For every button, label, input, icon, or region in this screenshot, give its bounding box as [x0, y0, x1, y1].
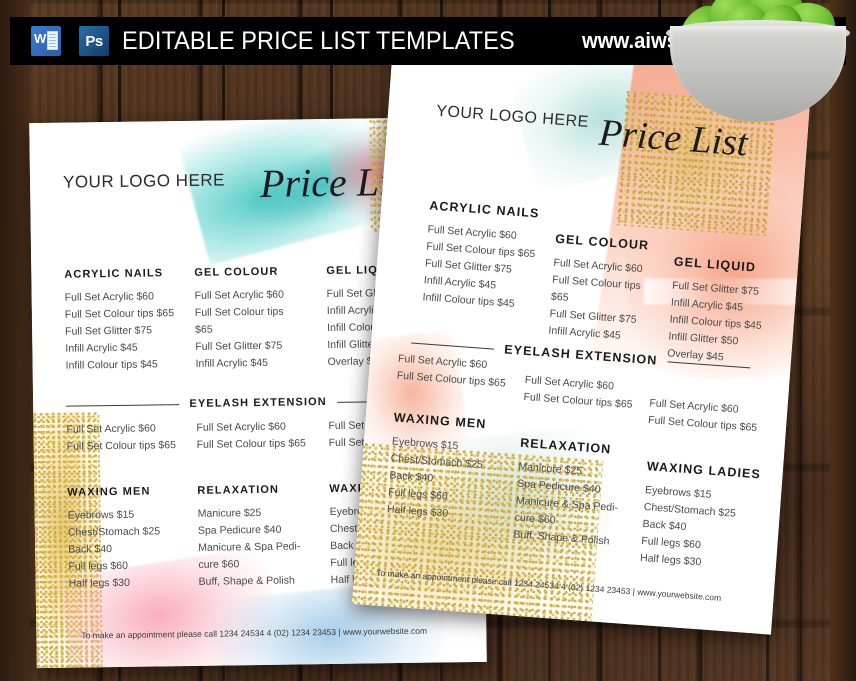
service-item: Full Set Acrylic $60 — [64, 290, 155, 304]
eyelash-column-1: Full Set Acrylic $60 Full Set Colour tip… — [396, 351, 528, 394]
flyer-front-content: YOUR LOGO HERE Price List ACRYLIC NAILS … — [352, 43, 812, 634]
service-item: cure $60 — [198, 558, 240, 571]
category-waxing-ladies: WAXING LADIES Eyebrows $15 Chest/Stomach… — [639, 459, 777, 576]
word-icon-letter: W — [34, 31, 47, 46]
category-title: GEL COLOUR — [554, 231, 650, 253]
logo-placeholder: YOUR LOGO HERE — [62, 170, 226, 192]
category-title: RELAXATION — [519, 435, 612, 457]
category-waxing-men: WAXING MEN Eyebrows $15 Chest/Stomach $2… — [386, 410, 524, 527]
divider-line-left — [411, 342, 495, 350]
category-title: WAXING LADIES — [646, 459, 762, 482]
divider-line-left — [66, 403, 180, 407]
category-acrylic-nails: ACRYLIC NAILS Full Set Acrylic $60 Full … — [422, 198, 558, 315]
service-item: $65 — [195, 323, 213, 336]
service-item: Full Set Colour tips $65 — [196, 437, 306, 451]
service-item: Full Set Glitter $75 — [195, 339, 283, 353]
eyelash-column-2: Full Set Acrylic $60 Full Set Colour tip… — [523, 372, 655, 415]
category-title: ACRYLIC NAILS — [64, 267, 164, 281]
category-waxing-men: WAXING MEN Eyebrows $15 Chest/Stomach $2… — [67, 485, 198, 593]
banner-title: EDITABLE PRICE LIST TEMPLATES — [122, 26, 515, 55]
category-title: WAXING MEN — [67, 485, 151, 499]
category-relaxation: RELAXATION Manicure $25 Spa Pedicure $40… — [513, 436, 649, 553]
service-item: Full legs $60 — [68, 559, 129, 573]
microsoft-word-icon[interactable]: W — [31, 26, 61, 56]
basil-plant — [664, 0, 854, 124]
service-item: Back $40 — [68, 543, 113, 556]
service-item: Chest/Stomach $25 — [67, 525, 161, 539]
service-item: Full Set Acrylic $60 — [194, 288, 285, 302]
price-list-flyer-front[interactable]: YOUR LOGO HERE Price List ACRYLIC NAILS … — [351, 43, 813, 635]
service-item: Infill Acrylic $45 — [65, 341, 138, 355]
service-item: Full Set Colour tips $65 — [66, 439, 176, 453]
category-gel-liquid: GEL LIQUID Full Set Glitter $75 Infill A… — [667, 255, 799, 372]
category-gel-colour: GEL COLOUR Full Set Acrylic $60 Full Set… — [548, 232, 678, 349]
appointment-footer: To make an appointment please call 1234 … — [375, 567, 722, 603]
category-title: RELAXATION — [197, 483, 280, 497]
service-item: Infill Colour tips $45 — [65, 358, 158, 372]
service-item: Half legs $30 — [68, 576, 131, 590]
category-relaxation: RELAXATION Manicure $25 Spa Pedicure $40… — [197, 483, 330, 591]
screenshot-stage: YOUR LOGO HERE Price List ACRYLIC NAILS … — [0, 0, 856, 681]
logo-placeholder: YOUR LOGO HERE — [435, 102, 590, 131]
service-item: Full Set Acrylic $60 — [196, 420, 286, 434]
category-acrylic-nails: ACRYLIC NAILS Full Set Acrylic $60 Full … — [64, 267, 195, 375]
service-item: Full Set Colour tips $65 — [64, 307, 175, 321]
photoshop-icon-label: Ps — [85, 32, 103, 50]
service-item: Infill Acrylic $45 — [195, 356, 269, 370]
plant-pot — [670, 26, 846, 122]
service-item: Full Set Colour tips — [194, 305, 284, 319]
eyelash-column-3: Full Set Acrylic $60 Full Set Colour tip… — [648, 395, 780, 438]
eyelash-column-2: Full Set Acrylic $60 Full Set Colour tip… — [196, 418, 326, 454]
word-icon-page — [47, 31, 58, 50]
category-title: GEL LIQUID — [673, 254, 757, 275]
photoshop-icon[interactable]: Ps — [79, 26, 109, 56]
service-item: Manicure $25 — [197, 506, 262, 520]
eyelash-column-1: Full Set Acrylic $60 Full Set Colour tip… — [66, 420, 196, 456]
service-item: Manicure & Spa Pedi- — [198, 540, 301, 554]
category-gel-colour: GEL COLOUR Full Set Acrylic $60 Full Set… — [194, 265, 325, 373]
category-title: WAXING MEN — [393, 410, 487, 432]
divider-title: EYELASH EXTENSION — [189, 396, 327, 410]
wood-left-plank — [0, 0, 30, 681]
service-item: Spa Pedicure $40 — [197, 523, 282, 537]
divider-line-right — [667, 360, 751, 368]
service-item: Full Set Glitter $75 — [65, 324, 153, 338]
appointment-footer: To make an appointment please call 1234 … — [81, 625, 428, 641]
category-title: GEL COLOUR — [194, 265, 279, 279]
service-item: Buff, Shape & Polish — [198, 574, 295, 588]
service-item: Full Set Acrylic $60 — [66, 422, 156, 436]
category-title: ACRYLIC NAILS — [428, 198, 540, 221]
service-item: Eyebrows $15 — [67, 508, 135, 522]
